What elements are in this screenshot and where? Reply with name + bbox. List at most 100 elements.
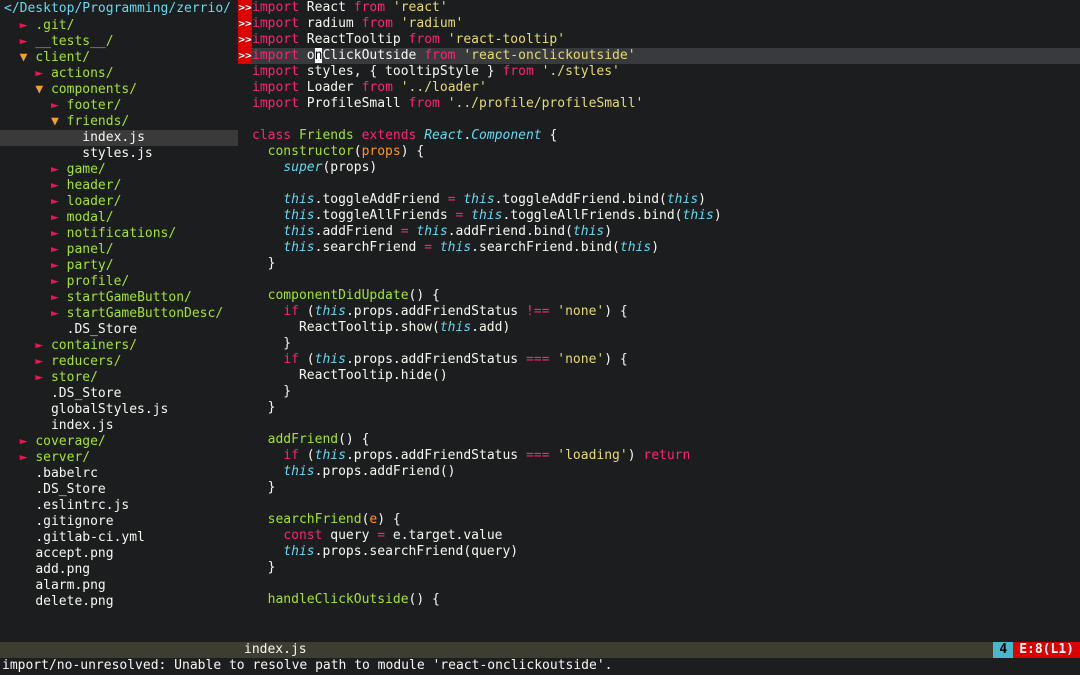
gutter-cell [238, 592, 252, 608]
code-line[interactable]: import ProfileSmall from '../profile/pro… [252, 96, 1080, 112]
code-line[interactable]: this.props.searchFriend(query) [252, 544, 1080, 560]
code-line[interactable]: const query = e.target.value [252, 528, 1080, 544]
code-line[interactable]: super(props) [252, 160, 1080, 176]
tree-item[interactable]: index.js [0, 418, 238, 434]
gutter-cell [238, 288, 252, 304]
tree-item[interactable]: ► header/ [0, 178, 238, 194]
gutter-cell [238, 176, 252, 192]
code-line[interactable]: searchFriend(e) { [252, 512, 1080, 528]
gutter-cell [238, 128, 252, 144]
code-line[interactable]: import ReactTooltip from 'react-tooltip' [252, 32, 1080, 48]
tree-arrow-icon: ► [51, 306, 59, 321]
code-line[interactable]: import radium from 'radium' [252, 16, 1080, 32]
tree-item[interactable]: ► panel/ [0, 242, 238, 258]
tree-item[interactable]: .DS_Store [0, 386, 238, 402]
code-line[interactable]: ReactTooltip.show(this.add) [252, 320, 1080, 336]
tree-item[interactable]: accept.png [0, 546, 238, 562]
code-line[interactable]: import onClickOutside from 'react-onclic… [252, 48, 1080, 64]
code-line[interactable]: import React from 'react' [252, 0, 1080, 16]
tree-item-name: .git/ [35, 18, 74, 33]
tree-item[interactable]: ▼ client/ [0, 50, 238, 66]
tree-item[interactable]: ► containers/ [0, 338, 238, 354]
tree-item[interactable]: .DS_Store [0, 322, 238, 338]
tree-item[interactable]: ► startGameButtonDesc/ [0, 306, 238, 322]
tree-item[interactable]: .gitignore [0, 514, 238, 530]
tree-item[interactable]: ► reducers/ [0, 354, 238, 370]
code-line[interactable]: componentDidUpdate() { [252, 288, 1080, 304]
tree-item[interactable]: index.js [0, 130, 238, 146]
tree-item[interactable]: ► startGameButton/ [0, 290, 238, 306]
tree-item[interactable]: ► modal/ [0, 210, 238, 226]
file-tree[interactable]: ► .git/ ► __tests__/ ▼ client/ ► actions… [0, 18, 238, 610]
tree-item[interactable]: delete.png [0, 594, 238, 610]
tree-arrow-icon: ► [35, 370, 43, 385]
tree-arrow-icon: ► [51, 226, 59, 241]
code-line[interactable]: this.searchFriend = this.searchFriend.bi… [252, 240, 1080, 256]
tree-item[interactable]: styles.js [0, 146, 238, 162]
tree-item[interactable]: .eslintrc.js [0, 498, 238, 514]
code-line[interactable]: if (this.props.addFriendStatus === 'none… [252, 352, 1080, 368]
status-position[interactable]: 4 [993, 642, 1013, 658]
code-line[interactable]: constructor(props) { [252, 144, 1080, 160]
tree-item[interactable]: ► loader/ [0, 194, 238, 210]
code-line[interactable]: } [252, 384, 1080, 400]
tree-item[interactable]: alarm.png [0, 578, 238, 594]
code-line[interactable]: this.toggleAllFriends = this.toggleAllFr… [252, 208, 1080, 224]
code-line[interactable]: handleClickOutside() { [252, 592, 1080, 608]
code-line[interactable] [252, 176, 1080, 192]
code-line[interactable]: import Loader from '../loader' [252, 80, 1080, 96]
tree-arrow-icon: ▼ [35, 82, 43, 97]
file-tree-sidebar[interactable]: </Desktop/Programming/zerrio/ ► .git/ ► … [0, 0, 238, 642]
code-line[interactable]: } [252, 400, 1080, 416]
tree-item[interactable]: ► party/ [0, 258, 238, 274]
tree-item[interactable]: ► server/ [0, 450, 238, 466]
code-line[interactable]: this.toggleAddFriend = this.toggleAddFri… [252, 192, 1080, 208]
code-line[interactable]: } [252, 480, 1080, 496]
tree-item-name: .DS_Store [51, 386, 121, 401]
tree-item[interactable]: .gitlab-ci.yml [0, 530, 238, 546]
tree-item[interactable]: ► __tests__/ [0, 34, 238, 50]
code-line[interactable]: ReactTooltip.hide() [252, 368, 1080, 384]
tree-arrow-icon: ► [35, 354, 43, 369]
tree-item[interactable]: ► notifications/ [0, 226, 238, 242]
code-line[interactable]: addFriend() { [252, 432, 1080, 448]
code-line[interactable]: this.props.addFriend() [252, 464, 1080, 480]
tree-item[interactable]: ► coverage/ [0, 434, 238, 450]
code-line[interactable]: if (this.props.addFriendStatus === 'load… [252, 448, 1080, 464]
code-line[interactable] [252, 112, 1080, 128]
code-line[interactable] [252, 416, 1080, 432]
code-line[interactable]: class Friends extends React.Component { [252, 128, 1080, 144]
tree-item[interactable]: add.png [0, 562, 238, 578]
code-line[interactable] [252, 496, 1080, 512]
tree-item[interactable]: ► footer/ [0, 98, 238, 114]
tree-item[interactable]: ► game/ [0, 162, 238, 178]
code-line[interactable] [252, 576, 1080, 592]
tree-item-name: loader/ [67, 194, 122, 209]
tree-item[interactable]: globalStyles.js [0, 402, 238, 418]
gutter-cell: >> [238, 48, 252, 64]
tree-item[interactable]: ▼ components/ [0, 82, 238, 98]
gutter-cell [238, 208, 252, 224]
tree-item[interactable]: ► .git/ [0, 18, 238, 34]
code-editor[interactable]: >>>>>>>> import React from 'react'import… [238, 0, 1080, 642]
tree-item[interactable]: .babelrc [0, 466, 238, 482]
code-line[interactable]: this.addFriend = this.addFriend.bind(thi… [252, 224, 1080, 240]
tree-item-name: party/ [67, 258, 114, 273]
code-line[interactable]: import styles, { tooltipStyle } from './… [252, 64, 1080, 80]
code-lines[interactable]: import React from 'react'import radium f… [238, 0, 1080, 608]
tree-item[interactable]: ► profile/ [0, 274, 238, 290]
code-line[interactable]: } [252, 560, 1080, 576]
tree-item[interactable]: .DS_Store [0, 482, 238, 498]
code-line[interactable]: if (this.props.addFriendStatus !== 'none… [252, 304, 1080, 320]
gutter-cell: >> [238, 32, 252, 48]
tree-item[interactable]: ▼ friends/ [0, 114, 238, 130]
tree-item-name: add.png [35, 562, 90, 577]
tree-item[interactable]: ► store/ [0, 370, 238, 386]
status-error-count[interactable]: E:8(L1) [1013, 642, 1080, 658]
gutter-cell [238, 272, 252, 288]
tree-item[interactable]: ► actions/ [0, 66, 238, 82]
code-line[interactable]: } [252, 256, 1080, 272]
tree-item-name: profile/ [67, 274, 130, 289]
code-line[interactable] [252, 272, 1080, 288]
code-line[interactable]: } [252, 336, 1080, 352]
